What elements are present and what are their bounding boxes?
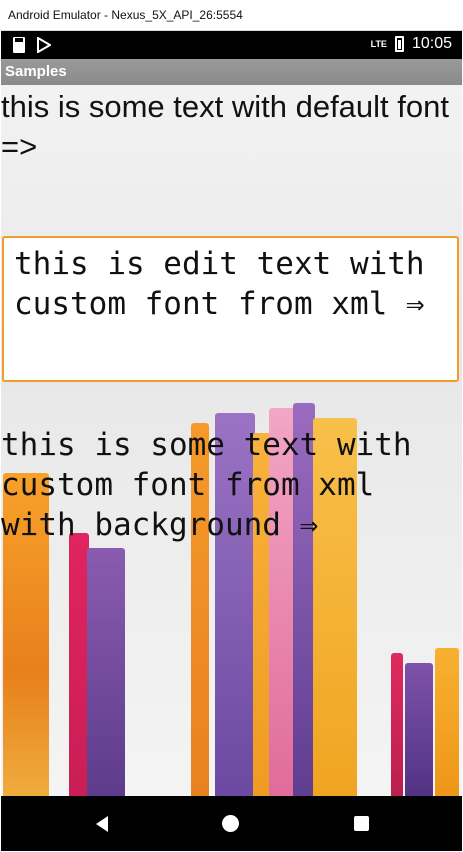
navigation-bar — [1, 796, 462, 851]
action-bar: Samples — [1, 59, 462, 85]
status-clock: 10:05 — [411, 35, 452, 52]
status-bar: LTE 10:05 — [1, 31, 462, 59]
sd-card-icon — [13, 37, 25, 53]
edit-text-value[interactable]: this is edit text with custom font from … — [14, 244, 454, 324]
content-area: this is some text with default font => t… — [1, 85, 462, 796]
lte-signal-label: LTE — [370, 39, 387, 49]
custom-font-background-text: this is some text with custom font from … — [1, 427, 412, 543]
emulator-title-bar: Android Emulator - Nexus_5X_API_26:5554 — [0, 0, 463, 31]
back-icon[interactable] — [91, 813, 113, 835]
device-screen: LTE 10:05 Samples this is some text with… — [1, 31, 462, 851]
recents-icon[interactable] — [351, 813, 373, 835]
window-title: Android Emulator - Nexus_5X_API_26:5554 — [8, 8, 243, 22]
home-icon[interactable] — [220, 813, 242, 835]
play-store-icon — [37, 37, 51, 53]
battery-icon — [394, 36, 404, 52]
app-title: Samples — [5, 63, 67, 80]
custom-font-edit-text[interactable]: this is edit text with custom font from … — [2, 236, 459, 382]
default-font-text: this is some text with default font => — [1, 89, 449, 164]
